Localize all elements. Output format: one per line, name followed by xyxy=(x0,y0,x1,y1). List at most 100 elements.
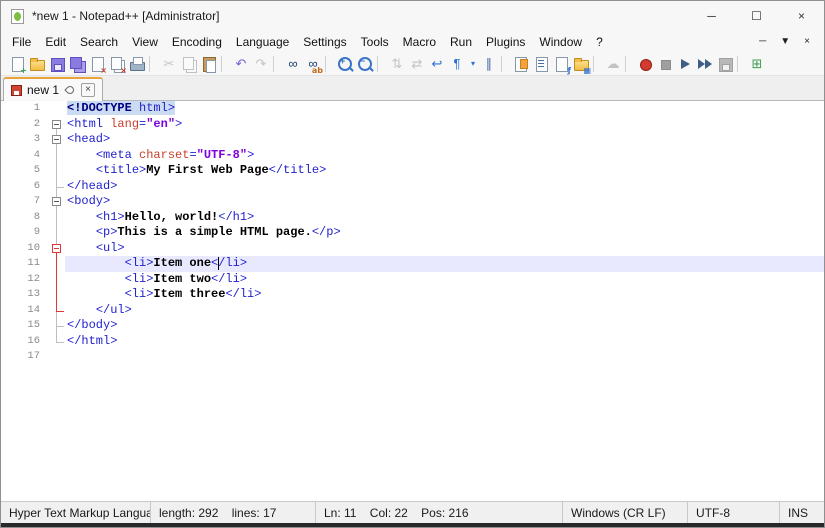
menu-view[interactable]: View xyxy=(125,33,165,51)
print-icon[interactable] xyxy=(128,55,146,73)
function-list-icon[interactable]: ƒ xyxy=(552,55,570,73)
code-token: <meta xyxy=(96,148,139,162)
code-line[interactable]: <li>Item one</li> xyxy=(65,256,824,272)
doc-minimize-icon[interactable]: ─ xyxy=(759,37,766,47)
show-symbol-dropdown-icon[interactable]: ▾ xyxy=(468,55,478,73)
replace-icon[interactable]: ∞ab xyxy=(304,55,322,73)
tab-close-icon[interactable]: × xyxy=(81,83,95,97)
editor-line: 13 <li>Item three</li> xyxy=(1,287,824,303)
toolbar: +××✂↶↷∞∞ab+−⇅⇄↩¶▾∥ƒ▦☁⊞ xyxy=(1,52,824,76)
word-wrap-icon[interactable]: ↩ xyxy=(428,55,446,73)
code-line[interactable]: <html lang="en"> xyxy=(65,117,824,133)
tab-pin-icon[interactable] xyxy=(64,84,75,95)
close-all-icon[interactable]: × xyxy=(108,55,126,73)
menu-help[interactable]: ? xyxy=(589,33,610,51)
folder-as-workspace-icon[interactable]: ▦ xyxy=(572,55,590,73)
editor[interactable]: 1<!DOCTYPE html>2<html lang="en">3<head>… xyxy=(1,101,824,501)
fold-marker[interactable] xyxy=(52,197,61,206)
doc-close-icon[interactable]: × xyxy=(804,37,810,47)
undo-icon[interactable]: ↶ xyxy=(232,55,250,73)
window-title: *new 1 - Notepad++ [Administrator] xyxy=(32,9,219,23)
doc-restore-icon[interactable]: ▼ xyxy=(780,37,790,47)
editor-line: 1<!DOCTYPE html> xyxy=(1,101,824,117)
fold-marker[interactable] xyxy=(52,244,61,253)
icon-badge: + xyxy=(20,67,27,75)
stop-recording-icon[interactable] xyxy=(656,55,674,73)
save-recorded-macro-icon[interactable] xyxy=(716,55,734,73)
menu-macro[interactable]: Macro xyxy=(396,33,443,51)
status-encoding[interactable]: UTF-8 xyxy=(688,502,780,523)
find-icon[interactable]: ∞ xyxy=(284,55,302,73)
code-line[interactable]: </html> xyxy=(65,334,824,350)
menu-file[interactable]: File xyxy=(5,33,38,51)
menu-search[interactable]: Search xyxy=(73,33,125,51)
sync-horizontal-scrolling-icon[interactable]: ⇄ xyxy=(408,55,426,73)
show-indent-guide-icon[interactable]: ∥ xyxy=(480,55,498,73)
editor-line: 8 <h1>Hello, world!</h1> xyxy=(1,210,824,226)
code-token: Item two xyxy=(153,272,211,286)
fold-marker[interactable] xyxy=(52,120,61,129)
menu-plugins[interactable]: Plugins xyxy=(479,33,532,51)
new-file-icon[interactable]: + xyxy=(8,55,26,73)
menu-settings[interactable]: Settings xyxy=(296,33,353,51)
plugins-admin-icon[interactable]: ⊞ xyxy=(748,55,766,73)
icon-badge: ƒ xyxy=(568,67,571,75)
fold-line-end xyxy=(56,187,64,188)
code-line[interactable]: <title>My First Web Page</title> xyxy=(65,163,824,179)
open-file-icon[interactable] xyxy=(28,55,46,73)
menu-edit[interactable]: Edit xyxy=(38,33,73,51)
document-list-icon[interactable] xyxy=(532,55,550,73)
code-line[interactable]: <li>Item two</li> xyxy=(65,272,824,288)
menu-language[interactable]: Language xyxy=(229,33,296,51)
save-all-icon[interactable] xyxy=(68,55,86,73)
run-macro-multiple-times-icon[interactable] xyxy=(696,55,714,73)
icon-badge: × xyxy=(100,67,107,75)
code-line[interactable]: <meta charset="UTF-8"> xyxy=(65,148,824,164)
close-file-icon[interactable]: × xyxy=(88,55,106,73)
code-line[interactable]: <h1>Hello, world!</h1> xyxy=(65,210,824,226)
code-line[interactable]: <!DOCTYPE html> xyxy=(65,101,824,117)
copy-icon[interactable] xyxy=(180,55,198,73)
document-map-icon[interactable] xyxy=(512,55,530,73)
zoom-in-icon[interactable]: + xyxy=(336,55,354,73)
menu-run[interactable]: Run xyxy=(443,33,479,51)
code-line[interactable]: </body> xyxy=(65,318,824,334)
code-line[interactable] xyxy=(65,349,824,365)
code-line[interactable]: </ul> xyxy=(65,303,824,319)
save-file-icon[interactable] xyxy=(48,55,66,73)
fold-marker[interactable] xyxy=(52,135,61,144)
code-line[interactable]: </head> xyxy=(65,179,824,195)
icon-badge: ab xyxy=(312,67,323,75)
menu-encoding[interactable]: Encoding xyxy=(165,33,229,51)
line-number: 14 xyxy=(1,303,49,319)
code-line[interactable]: <head> xyxy=(65,132,824,148)
fold-line-end xyxy=(56,311,64,312)
paste-icon[interactable] xyxy=(200,55,218,73)
status-insert-mode[interactable]: INS xyxy=(780,502,824,523)
code-token: <html xyxy=(67,117,110,131)
code-token: "en" xyxy=(146,117,175,131)
menu-window[interactable]: Window xyxy=(532,33,589,51)
code-token: <!DOCTYPE xyxy=(67,101,132,115)
code-line[interactable]: <ul> xyxy=(65,241,824,257)
fold-margin xyxy=(49,101,65,501)
code-line[interactable]: <body> xyxy=(65,194,824,210)
close-button[interactable]: × xyxy=(779,1,824,31)
sync-vertical-scrolling-icon[interactable]: ⇅ xyxy=(388,55,406,73)
record-macro-icon[interactable] xyxy=(636,55,654,73)
show-all-characters-icon[interactable]: ¶ xyxy=(448,55,466,73)
menu-tools[interactable]: Tools xyxy=(354,33,396,51)
monitoring-icon[interactable]: ☁ xyxy=(604,55,622,73)
cut-icon[interactable]: ✂ xyxy=(160,55,178,73)
redo-icon[interactable]: ↷ xyxy=(252,55,270,73)
playback-macro-icon[interactable] xyxy=(676,55,694,73)
status-eol-format[interactable]: Windows (CR LF) xyxy=(563,502,688,523)
zoom-out-icon[interactable]: − xyxy=(356,55,374,73)
code-line[interactable]: <li>Item three</li> xyxy=(65,287,824,303)
minimize-button[interactable]: ─ xyxy=(689,1,734,31)
tab-new-1[interactable]: new 1 × xyxy=(3,77,103,101)
maximize-button[interactable]: ☐ xyxy=(734,1,779,31)
code-token xyxy=(67,256,125,270)
code-line[interactable]: <p>This is a simple HTML page.</p> xyxy=(65,225,824,241)
code-token: </li> xyxy=(211,272,247,286)
